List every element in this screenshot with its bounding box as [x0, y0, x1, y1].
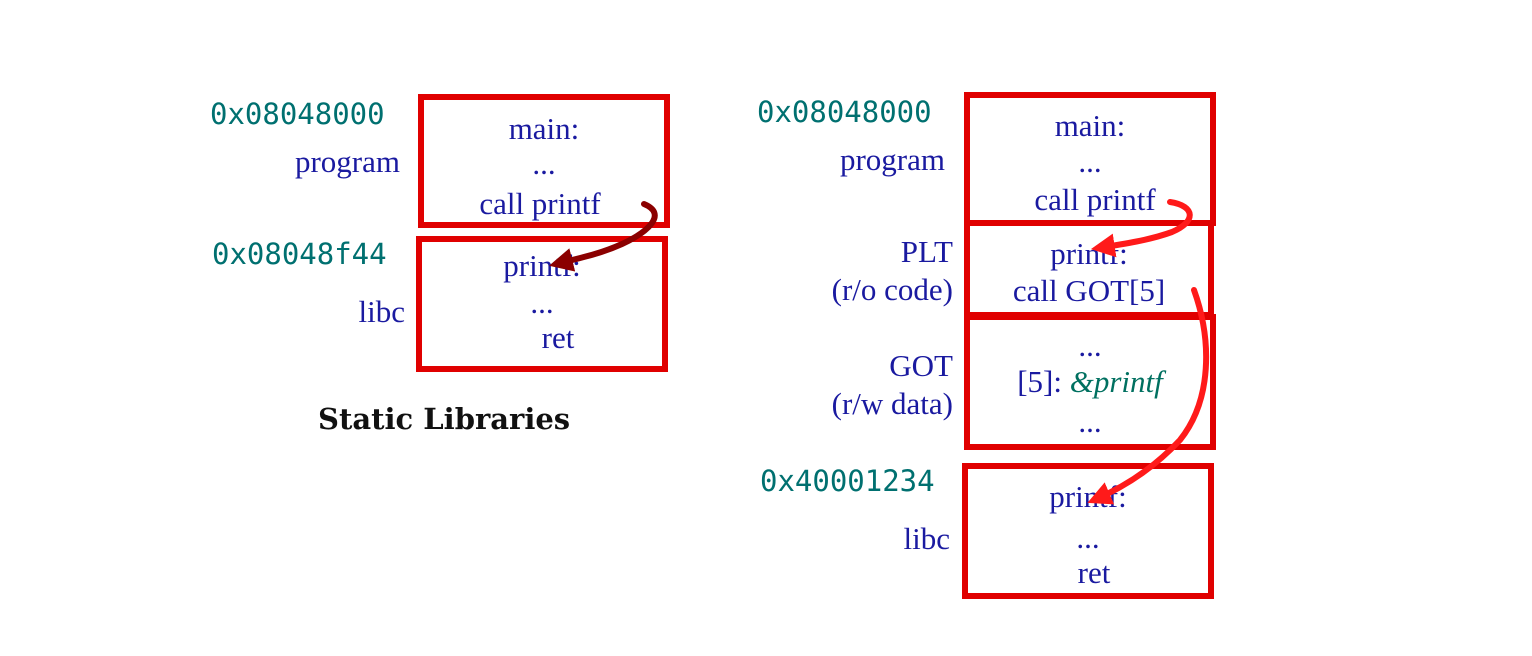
dynamic-program-line-3: call printf [1034, 182, 1156, 217]
plt-line-2: call GOT[5] [1012, 273, 1166, 308]
dynamic-program-address: 0x08048000 [757, 95, 932, 129]
dynamic-program-line-1: main: [1054, 108, 1126, 143]
dynamic-program-label: program [839, 142, 945, 177]
got-label: GOT [889, 348, 953, 383]
got-sublabel: (r/w data) [831, 386, 953, 421]
got-entry-prefix: [5]: [1017, 364, 1070, 399]
plt-sublabel: (r/o code) [831, 272, 953, 307]
got-entry: [5]: &printf [964, 366, 1216, 397]
got-line-bottom: ... [1078, 404, 1102, 439]
dynamic-libc-line-1: printf: [1049, 479, 1127, 514]
dynamic-libc-label: libc [903, 521, 951, 556]
got-entry-value: &printf [1069, 364, 1163, 399]
dynamic-libraries-diagram: 0x08048000 program main: ... call printf… [0, 0, 1532, 656]
dynamic-libc-line-2: ... [1076, 520, 1100, 555]
got-line-top: ... [1078, 328, 1102, 363]
dynamic-program-line-2: ... [1078, 144, 1102, 179]
plt-line-1: printf: [1050, 236, 1128, 271]
plt-label: PLT [900, 234, 953, 269]
dynamic-libc-address: 0x40001234 [760, 464, 935, 498]
dynamic-libc-line-3: ret [1077, 555, 1111, 590]
